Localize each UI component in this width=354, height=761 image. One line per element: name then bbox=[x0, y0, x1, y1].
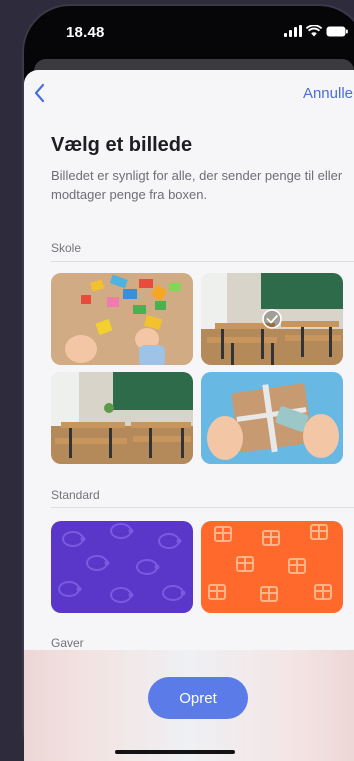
tile-classroom[interactable] bbox=[51, 372, 193, 464]
tile-piggy-pattern[interactable] bbox=[51, 521, 193, 613]
page-title: Vælg et billede bbox=[51, 134, 193, 156]
status-icons bbox=[284, 25, 348, 37]
cellular-signal-icon bbox=[284, 25, 302, 37]
battery-icon bbox=[326, 26, 348, 36]
classroom-image bbox=[51, 372, 193, 464]
image-picker-sheet: Annuller Vælg et billede Billedet er syn… bbox=[24, 70, 354, 761]
section-divider bbox=[51, 261, 354, 262]
tile-gift-pattern[interactable] bbox=[201, 521, 343, 613]
section-label-standard: Standard bbox=[51, 488, 100, 502]
gift-box-hands-image bbox=[201, 372, 343, 464]
section-label-gaver: Gaver bbox=[51, 636, 84, 650]
tile-gift-box[interactable] bbox=[201, 372, 343, 464]
create-button[interactable]: Opret bbox=[148, 677, 248, 719]
back-button[interactable] bbox=[30, 82, 50, 104]
tile-classroom-selected[interactable] bbox=[201, 273, 343, 365]
wifi-icon bbox=[306, 25, 322, 37]
classroom-image-selected bbox=[201, 273, 343, 365]
status-bar: 18.48 bbox=[22, 4, 354, 58]
purple-piggy-bank-pattern bbox=[51, 521, 193, 613]
home-indicator bbox=[115, 750, 235, 754]
orange-gift-pattern bbox=[201, 521, 343, 613]
section-divider bbox=[51, 507, 354, 508]
page-subtitle: Billedet er synligt for alle, der sender… bbox=[51, 168, 343, 202]
toy-blocks-image bbox=[51, 273, 193, 365]
tile-toy-blocks[interactable] bbox=[51, 273, 193, 365]
cancel-button[interactable]: Annuller bbox=[303, 85, 354, 102]
chevron-left-icon bbox=[34, 83, 45, 103]
section-label-skole: Skole bbox=[51, 241, 82, 255]
status-time: 18.48 bbox=[66, 24, 105, 41]
